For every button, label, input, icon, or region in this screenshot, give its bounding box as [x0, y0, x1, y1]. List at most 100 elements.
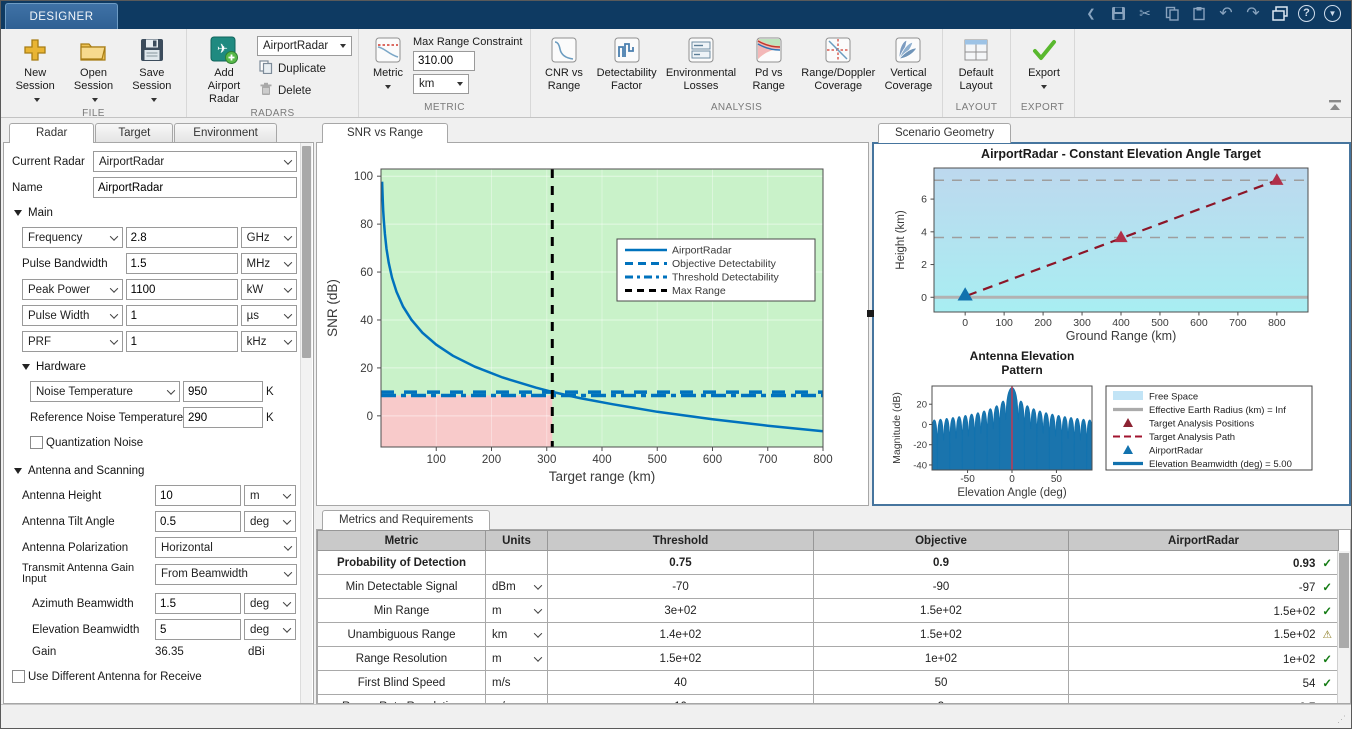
- save-icon[interactable]: [1109, 4, 1127, 22]
- col-metric[interactable]: Metric: [318, 531, 486, 551]
- metrics-table-row[interactable]: Unambiguous Range km 1.4e+02 1.5e+02 1.5…: [318, 623, 1339, 647]
- radar-select-combo[interactable]: AirportRadar: [257, 36, 352, 56]
- section-hardware[interactable]: Hardware: [22, 361, 297, 373]
- antenna-tilt-angle-input[interactable]: [155, 511, 241, 532]
- cut-icon[interactable]: ✂: [1136, 4, 1154, 22]
- copy-icon[interactable]: [1163, 4, 1181, 22]
- redo-icon[interactable]: ↷: [1244, 4, 1262, 22]
- metric-unit-cell[interactable]: m: [486, 599, 548, 623]
- max-range-unit-combo[interactable]: km: [413, 74, 469, 94]
- chevron-down-icon[interactable]: [534, 653, 542, 661]
- antenna-tilt-angle-unit-combo[interactable]: deg: [244, 511, 296, 532]
- metrics-table-row[interactable]: First Blind Speed m/s 40 50 54✓: [318, 671, 1339, 695]
- vertical-coverage-button[interactable]: VerticalCoverage: [881, 32, 936, 95]
- chevron-down-icon[interactable]: [534, 581, 542, 589]
- environmental-losses-button[interactable]: EnvironmentalLosses: [662, 32, 740, 95]
- pulse-width-unit-combo[interactable]: µs: [241, 305, 297, 326]
- tab-radar[interactable]: Radar: [9, 123, 94, 143]
- chevron-down-icon[interactable]: [534, 605, 542, 613]
- metric-button[interactable]: Metric: [365, 32, 411, 95]
- current-radar-combo[interactable]: AirportRadar: [93, 151, 297, 172]
- azimuth-beamwidth-unit-combo[interactable]: deg: [244, 593, 296, 614]
- metrics-table-scrollbar[interactable]: [1337, 551, 1350, 703]
- snr-vs-range-chart[interactable]: 100200300400500600700800020406080100Targ…: [317, 143, 866, 505]
- peak-power-param-combo[interactable]: Peak Power: [22, 279, 123, 300]
- objective-cell[interactable]: 1.5e+02: [814, 623, 1069, 647]
- left-panel-scrollbar[interactable]: [300, 143, 312, 703]
- azimuth-beamwidth-input[interactable]: [155, 593, 241, 614]
- metric-unit-cell[interactable]: km: [486, 623, 548, 647]
- tab-metrics-and-requirements[interactable]: Metrics and Requirements: [322, 510, 490, 530]
- tab-snr-vs-range[interactable]: SNR vs Range: [322, 123, 448, 143]
- threshold-cell[interactable]: -70: [548, 575, 814, 599]
- use-different-antenna-checkbox[interactable]: [12, 670, 25, 683]
- titlebar-more-icon[interactable]: ▼: [1324, 5, 1341, 22]
- col-threshold[interactable]: Threshold: [548, 531, 814, 551]
- frequency-input[interactable]: [126, 227, 238, 248]
- pulse-width-param-combo[interactable]: Pulse Width: [22, 305, 123, 326]
- quantization-noise-checkbox[interactable]: [30, 436, 43, 449]
- duplicate-button[interactable]: Duplicate: [257, 59, 352, 78]
- pulse-bandwidth-input[interactable]: [126, 253, 238, 274]
- save-session-button[interactable]: Save Session: [124, 32, 180, 108]
- pd-vs-range-button[interactable]: Pd vsRange: [742, 32, 796, 95]
- frequency-param-combo[interactable]: Frequency: [22, 227, 123, 248]
- noise-temperature-param-combo[interactable]: Noise Temperature: [30, 381, 180, 402]
- scenario-geometry-chart[interactable]: AirportRadar - Constant Elevation Angle …: [874, 144, 1347, 502]
- objective-cell[interactable]: 50: [814, 671, 1069, 695]
- export-button[interactable]: Export: [1017, 32, 1071, 95]
- scrollbar-thumb[interactable]: [302, 146, 311, 358]
- threshold-cell[interactable]: 1.5e+02: [548, 647, 814, 671]
- threshold-cell[interactable]: 40: [548, 671, 814, 695]
- pulse-width-input[interactable]: [126, 305, 238, 326]
- threshold-cell[interactable]: 10: [548, 695, 814, 705]
- collapse-ribbon-button[interactable]: [1327, 99, 1343, 111]
- window-layout-icon[interactable]: [1271, 4, 1289, 22]
- antenna-height-input[interactable]: [155, 485, 241, 506]
- prf-input[interactable]: [126, 331, 238, 352]
- add-airport-radar-button[interactable]: ✈ Add Airport Radar: [193, 32, 255, 108]
- undo-icon[interactable]: ↶: [1217, 4, 1235, 22]
- objective-cell[interactable]: 1.5e+02: [814, 599, 1069, 623]
- prf-unit-combo[interactable]: kHz: [241, 331, 297, 352]
- reference-noise-temperature-input[interactable]: [183, 407, 263, 428]
- max-range-constraint-input[interactable]: [413, 51, 475, 71]
- peak-power-unit-combo[interactable]: kW: [241, 279, 297, 300]
- tx-gain-input-combo[interactable]: From Beamwidth: [155, 564, 297, 585]
- col-airportradar[interactable]: AirportRadar: [1069, 531, 1339, 551]
- peak-power-input[interactable]: [126, 279, 238, 300]
- frequency-unit-combo[interactable]: GHz: [241, 227, 297, 248]
- metrics-table-row[interactable]: Range Rate Resolution m/s 10 3 2.7✓: [318, 695, 1339, 705]
- tab-scenario-geometry[interactable]: Scenario Geometry: [878, 123, 1011, 143]
- metrics-table-row[interactable]: Min Range m 3e+02 1.5e+02 1.5e+02✓: [318, 599, 1339, 623]
- range-doppler-coverage-button[interactable]: Range/DopplerCoverage: [798, 32, 879, 95]
- resize-grip[interactable]: ⋰: [1337, 714, 1347, 725]
- col-units[interactable]: Units: [486, 531, 548, 551]
- name-input[interactable]: [93, 177, 297, 198]
- objective-cell[interactable]: 1e+02: [814, 647, 1069, 671]
- objective-cell[interactable]: 0.9: [814, 551, 1069, 575]
- delete-button[interactable]: Delete: [257, 81, 352, 100]
- metric-unit-cell[interactable]: dBm: [486, 575, 548, 599]
- splitter-handle[interactable]: [867, 310, 874, 317]
- open-session-button[interactable]: Open Session: [65, 32, 121, 108]
- objective-cell[interactable]: -90: [814, 575, 1069, 599]
- elevation-beamwidth-unit-combo[interactable]: deg: [244, 619, 296, 640]
- paste-icon[interactable]: [1190, 4, 1208, 22]
- metric-unit-cell[interactable]: m/s: [486, 671, 548, 695]
- new-session-button[interactable]: New Session: [7, 32, 63, 108]
- detectability-factor-button[interactable]: DetectabilityFactor: [593, 32, 660, 95]
- section-antenna-and-scanning[interactable]: Antenna and Scanning: [14, 465, 297, 477]
- col-objective[interactable]: Objective: [814, 531, 1069, 551]
- collapse-chevron-icon[interactable]: ❮: [1082, 4, 1100, 22]
- default-layout-button[interactable]: DefaultLayout: [949, 32, 1003, 95]
- tab-target[interactable]: Target: [95, 123, 173, 142]
- threshold-cell[interactable]: 1.4e+02: [548, 623, 814, 647]
- metric-unit-cell[interactable]: [486, 551, 548, 575]
- cnr-vs-range-button[interactable]: CNR vsRange: [537, 32, 591, 95]
- antenna-polarization-combo[interactable]: Horizontal: [155, 537, 297, 558]
- metrics-table-row[interactable]: Probability of Detection 0.75 0.9 0.93✓: [318, 551, 1339, 575]
- metric-unit-cell[interactable]: m/s: [486, 695, 548, 705]
- metrics-table-row[interactable]: Min Detectable Signal dBm -70 -90 -97✓: [318, 575, 1339, 599]
- help-icon[interactable]: ?: [1298, 5, 1315, 22]
